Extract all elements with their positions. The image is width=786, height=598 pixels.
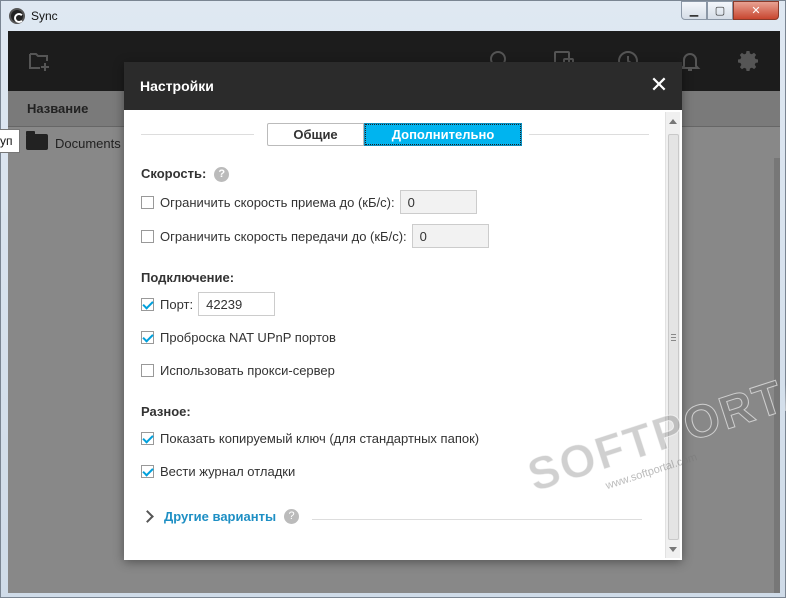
app-scrollbar[interactable] <box>774 158 780 593</box>
tooltip: уп <box>0 129 20 153</box>
settings-dialog: Настройки ✕ Общие Дополнительно Скорость… <box>124 62 682 560</box>
scroll-thumb[interactable] <box>668 134 679 540</box>
tabs-divider-right <box>529 134 649 135</box>
more-divider <box>312 519 642 520</box>
limit-upload-input[interactable] <box>411 224 489 248</box>
proxy-checkbox[interactable] <box>141 363 154 377</box>
port-label[interactable]: Порт: <box>160 297 193 312</box>
minimize-button[interactable]: ▁ <box>681 1 707 20</box>
gear-icon[interactable] <box>737 49 761 73</box>
scroll-up-icon[interactable] <box>669 119 677 124</box>
connection-heading: Подключение: <box>141 270 235 285</box>
title-bar[interactable]: Sync ▁ ▢ ✕ <box>1 1 785 31</box>
folder-icon <box>26 131 48 150</box>
proxy-label[interactable]: Использовать прокси-сервер <box>160 363 335 378</box>
app-window: Sync ▁ ▢ ✕ Название Documents уп Настрой… <box>0 0 786 598</box>
show-key-label[interactable]: Показать копируемый ключ (для стандартны… <box>160 431 479 446</box>
window-title: Sync <box>31 9 58 23</box>
close-window-button[interactable]: ✕ <box>733 1 779 20</box>
misc-heading: Разное: <box>141 404 191 419</box>
nat-checkbox[interactable] <box>141 330 154 344</box>
nat-option: Проброска NAT UPnP портов <box>141 325 336 349</box>
nat-label[interactable]: Проброска NAT UPnP портов <box>160 330 336 345</box>
speed-help-icon[interactable]: ? <box>214 167 230 182</box>
debug-log-checkbox[interactable] <box>141 464 154 478</box>
show-key-checkbox[interactable] <box>141 431 154 445</box>
show-key-option: Показать копируемый ключ (для стандартны… <box>141 426 479 450</box>
settings-tabs: Общие Дополнительно <box>267 123 522 146</box>
window-controls: ▁ ▢ ✕ <box>681 1 779 20</box>
limit-download-checkbox[interactable] <box>141 195 154 209</box>
dialog-header: Настройки ✕ <box>124 62 682 110</box>
sync-app-icon <box>9 8 25 24</box>
folder-name: Documents <box>55 136 121 151</box>
port-option: Порт: <box>141 292 276 316</box>
maximize-button[interactable]: ▢ <box>707 1 733 20</box>
limit-upload-checkbox[interactable] <box>141 229 154 243</box>
limit-download-option: Ограничить скорость приема до (кБ/с): <box>141 190 477 214</box>
dialog-close-button[interactable]: ✕ <box>648 74 670 96</box>
column-name-label: Название <box>27 101 89 116</box>
more-options-toggle[interactable]: Другие варианты ? <box>141 509 300 524</box>
tabs-divider-left <box>141 134 254 135</box>
limit-download-label[interactable]: Ограничить скорость приема до (кБ/с): <box>160 195 395 210</box>
dialog-title: Настройки <box>140 78 214 94</box>
tab-general[interactable]: Общие <box>267 123 364 146</box>
proxy-option: Использовать прокси-сервер <box>141 358 335 382</box>
more-help-icon[interactable]: ? <box>284 509 300 524</box>
port-input[interactable] <box>198 292 276 316</box>
chevron-right-icon <box>141 510 154 523</box>
limit-download-input[interactable] <box>399 190 477 214</box>
scroll-grip-icon <box>671 334 676 341</box>
debug-log-option: Вести журнал отладки <box>141 459 295 483</box>
dialog-scrollbar[interactable] <box>665 112 680 558</box>
more-options-label[interactable]: Другие варианты <box>164 509 276 524</box>
speed-heading: Скорость:? <box>141 166 230 182</box>
add-folder-icon[interactable] <box>27 49 51 73</box>
debug-log-label[interactable]: Вести журнал отладки <box>160 464 295 479</box>
tab-advanced[interactable]: Дополнительно <box>364 123 522 146</box>
limit-upload-label[interactable]: Ограничить скорость передачи до (кБ/с): <box>160 229 407 244</box>
port-checkbox[interactable] <box>141 297 154 311</box>
limit-upload-option: Ограничить скорость передачи до (кБ/с): <box>141 224 489 248</box>
scroll-down-icon[interactable] <box>669 547 677 552</box>
speed-heading-label: Скорость: <box>141 166 207 181</box>
